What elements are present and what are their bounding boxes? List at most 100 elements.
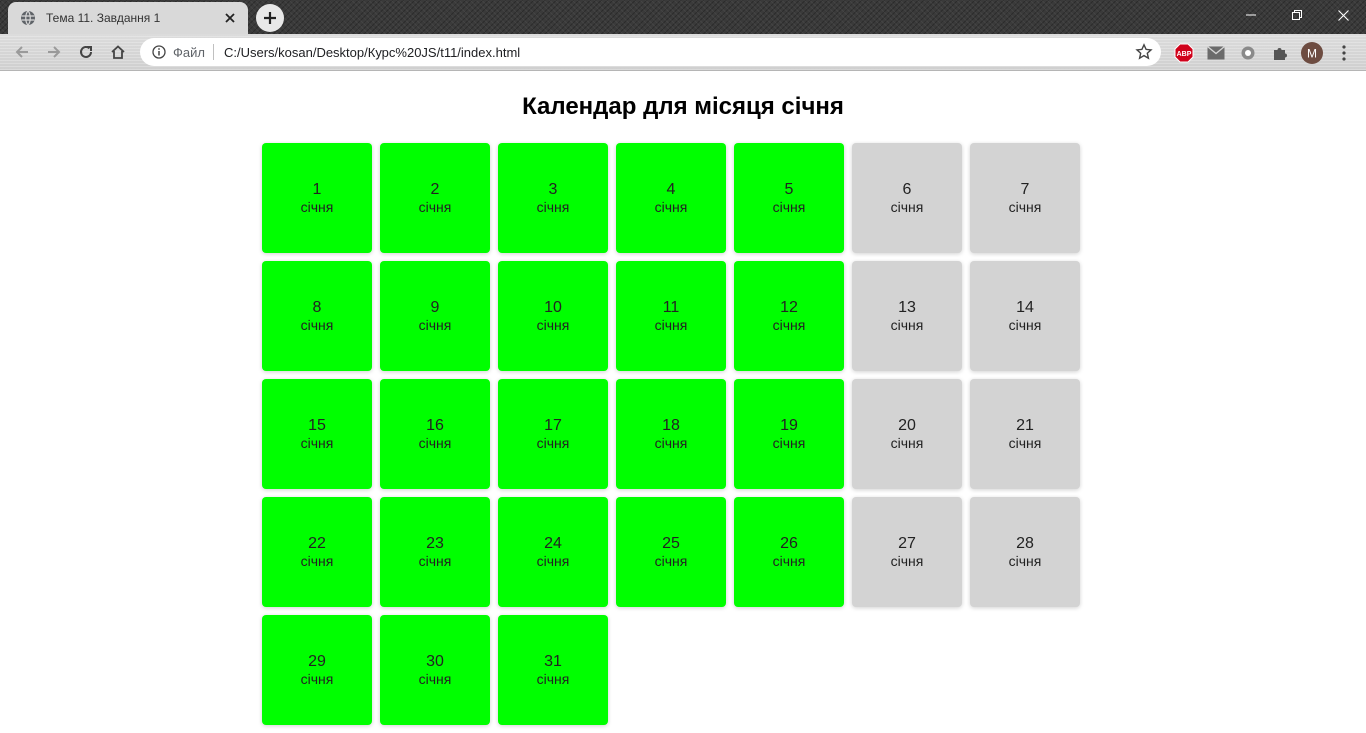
calendar-day-2: 2 січня — [380, 143, 490, 253]
close-window-button[interactable] — [1320, 0, 1366, 30]
day-month-label: січня — [300, 199, 334, 215]
page-content: Календар для місяця січня 1 січня 2 січня 3 с… — [0, 72, 1366, 733]
profile-avatar-button[interactable]: M — [1301, 42, 1323, 64]
day-month-label: січня — [1008, 435, 1042, 451]
day-number: 20 — [898, 417, 916, 434]
scheme-label: Файл — [173, 44, 205, 60]
day-month-label: січня — [654, 317, 688, 333]
reload-icon — [80, 45, 92, 58]
reload-button[interactable] — [72, 38, 100, 66]
calendar-day-12: 12 січня — [734, 261, 844, 371]
day-number: 27 — [898, 535, 916, 552]
day-month-label: січня — [536, 435, 570, 451]
calendar-day-3: 3 січня — [498, 143, 608, 253]
calendar-day-10: 10 січня — [498, 261, 608, 371]
avatar-initial: M — [1307, 47, 1317, 61]
day-number: 11 — [662, 299, 680, 316]
day-number: 29 — [308, 653, 326, 670]
mail-extension-button[interactable] — [1205, 42, 1227, 64]
kebab-menu-icon — [1342, 45, 1346, 61]
tab-strip: Тема 11. Завдання 1 — [0, 0, 1366, 34]
calendar-day-18: 18 січня — [616, 379, 726, 489]
day-month-label: січня — [418, 435, 452, 451]
calendar-day-17: 17 січня — [498, 379, 608, 489]
day-number: 13 — [898, 299, 916, 316]
calendar-day-23: 23 січня — [380, 497, 490, 607]
adblock-extension-button[interactable]: ABP — [1173, 42, 1195, 64]
restore-button[interactable] — [1274, 0, 1320, 30]
back-button[interactable] — [8, 38, 36, 66]
minimize-button[interactable] — [1228, 0, 1274, 30]
extensions-button[interactable] — [1269, 42, 1291, 64]
day-month-label: січня — [536, 199, 570, 215]
browser-tab[interactable]: Тема 11. Завдання 1 — [8, 2, 248, 34]
day-number: 1 — [312, 181, 322, 198]
avatar: M — [1301, 42, 1323, 64]
day-month-label: січня — [418, 317, 452, 333]
page-title: Календар для місяця січня — [522, 93, 844, 120]
day-number: 3 — [548, 181, 558, 198]
calendar-day-24: 24 січня — [498, 497, 608, 607]
day-month-label: січня — [890, 199, 924, 215]
calendar-day-29: 29 січня — [262, 615, 372, 725]
day-number: 6 — [902, 181, 912, 198]
calendar-day-22: 22 січня — [262, 497, 372, 607]
calendar-day-31: 31 січня — [498, 615, 608, 725]
adblock-icon: ABP — [1174, 43, 1194, 63]
home-button[interactable] — [104, 38, 132, 66]
calendar-day-9: 9 січня — [380, 261, 490, 371]
day-number: 8 — [312, 299, 322, 316]
new-tab-button[interactable] — [256, 4, 284, 32]
day-month-label: січня — [536, 317, 570, 333]
record-extension-button[interactable] — [1237, 42, 1259, 64]
calendar-day-15: 15 січня — [262, 379, 372, 489]
day-number: 10 — [544, 299, 562, 316]
day-number: 22 — [308, 535, 326, 552]
arrow-left-icon — [15, 46, 28, 58]
day-number: 28 — [1016, 535, 1034, 552]
day-number: 17 — [544, 417, 562, 434]
url-text[interactable]: C:/Users/kosan/Desktop/Курс%20JS/t11/ind… — [224, 45, 1135, 60]
forward-button[interactable] — [40, 38, 68, 66]
arrow-right-icon — [48, 46, 61, 58]
day-month-label: січня — [300, 553, 334, 569]
day-number: 14 — [1016, 299, 1034, 316]
calendar-day-6: 6 січня — [852, 143, 962, 253]
day-month-label: січня — [772, 435, 806, 451]
day-month-label: січня — [772, 317, 806, 333]
address-bar[interactable]: Файл C:/Users/kosan/Desktop/Курс%20JS/t1… — [140, 38, 1161, 66]
close-tab-icon[interactable] — [222, 10, 238, 26]
day-number: 18 — [662, 417, 680, 434]
circle-dot-icon — [1241, 46, 1255, 60]
calendar-day-5: 5 січня — [734, 143, 844, 253]
day-month-label: січня — [890, 317, 924, 333]
calendar-day-8: 8 січня — [262, 261, 372, 371]
day-month-label: січня — [300, 317, 334, 333]
minimize-icon — [1246, 14, 1256, 16]
day-number: 12 — [780, 299, 798, 316]
calendar-day-28: 28 січня — [970, 497, 1080, 607]
day-month-label: січня — [890, 553, 924, 569]
day-month-label: січня — [654, 199, 688, 215]
globe-icon — [20, 10, 36, 26]
day-month-label: січня — [890, 435, 924, 451]
calendar-day-7: 7 січня — [970, 143, 1080, 253]
day-month-label: січня — [772, 199, 806, 215]
bookmark-star-icon[interactable] — [1135, 43, 1153, 61]
browser-toolbar: Файл C:/Users/kosan/Desktop/Курс%20JS/t1… — [0, 34, 1366, 71]
puzzle-icon — [1274, 48, 1287, 60]
day-number: 24 — [544, 535, 562, 552]
day-month-label: січня — [418, 199, 452, 215]
info-icon[interactable] — [152, 45, 166, 59]
envelope-icon — [1207, 46, 1225, 60]
calendar-grid: 1 січня 2 січня 3 січня 4 січня 5 січня 6 січня 7 січ… — [262, 143, 1080, 725]
day-number: 31 — [544, 653, 562, 670]
calendar-day-11: 11 січня — [616, 261, 726, 371]
day-month-label: січня — [418, 671, 452, 687]
browser-menu-button[interactable] — [1333, 42, 1355, 64]
calendar-day-13: 13 січня — [852, 261, 962, 371]
calendar-day-20: 20 січня — [852, 379, 962, 489]
calendar-day-26: 26 січня — [734, 497, 844, 607]
calendar-day-25: 25 січня — [616, 497, 726, 607]
tab-title: Тема 11. Завдання 1 — [46, 11, 161, 25]
